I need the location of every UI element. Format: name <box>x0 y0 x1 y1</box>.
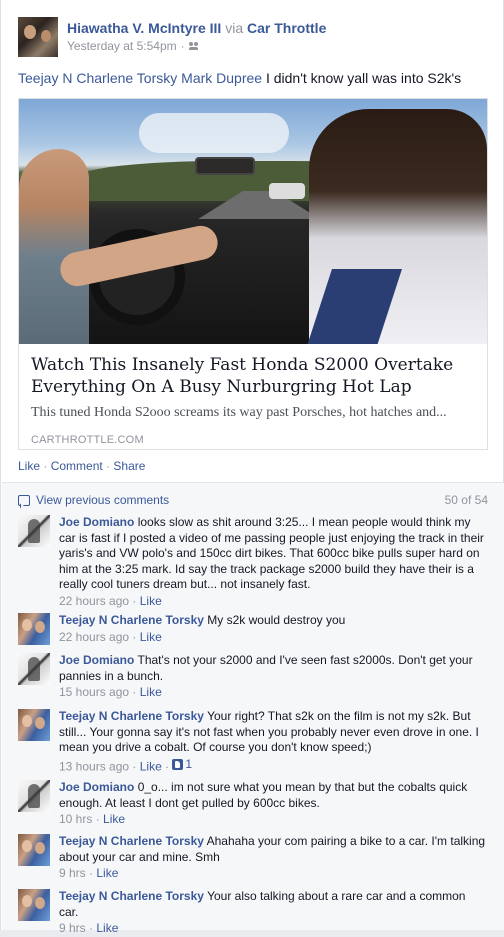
view-previous-row: View previous comments 50 of 54 <box>18 493 488 507</box>
commenter-name-link[interactable]: Teejay N Charlene Torsky <box>59 834 204 848</box>
comment-time[interactable]: 9 hrs <box>59 866 86 880</box>
link-domain: CARTHROTTLE.COM <box>31 434 144 446</box>
comment-button[interactable]: Comment <box>51 459 103 473</box>
comment-meta: 13 hours ago · Like · 1 <box>59 756 193 773</box>
comment-item: Teejay N Charlene Torsky Your also talki… <box>18 889 488 937</box>
commenter-avatar[interactable] <box>18 515 50 547</box>
commenter-avatar[interactable] <box>18 834 50 866</box>
commenter-avatar[interactable] <box>18 889 50 921</box>
link-title[interactable]: Watch This Insanely Fast Honda S2000 Ove… <box>31 354 475 398</box>
comment-body: Joe Domiano That's not your s2000 and I'… <box>59 653 488 701</box>
author-name-link[interactable]: Hiawatha V. McIntyre III <box>67 20 221 36</box>
action-separator: · <box>43 459 48 473</box>
comment-like-button[interactable]: Like <box>140 594 162 608</box>
comment-meta: 9 hrs · Like <box>59 921 119 935</box>
shared-link-card[interactable]: Watch This Insanely Fast Honda S2000 Ove… <box>18 98 488 450</box>
meta-separator: · <box>180 39 185 53</box>
comment-like-button[interactable]: Like <box>140 685 162 699</box>
comment-item: Joe Domiano 0_o... im not sure what you … <box>18 780 488 828</box>
comment-meta: 15 hours ago · Like <box>59 685 162 699</box>
comments-section: View previous comments 50 of 54 Joe Domi… <box>2 482 504 935</box>
comment-like-button[interactable]: Like <box>140 759 162 773</box>
comments-count: 50 of 54 <box>444 493 488 507</box>
comment-meta: 9 hrs · Like <box>59 866 119 880</box>
comment-meta: 22 hours ago · Like <box>59 629 162 644</box>
comment-body: Teejay N Charlene Torsky My s2k would de… <box>59 613 488 645</box>
comment-body: Joe Domiano looks slow as shit around 3:… <box>59 515 488 609</box>
comment-like-count[interactable]: 1 <box>172 757 192 773</box>
comment-item: Joe Domiano That's not your s2000 and I'… <box>18 653 488 701</box>
comment-like-button[interactable]: Like <box>96 921 118 935</box>
post-header-text: Hiawatha V. McIntyre III via Car Throttl… <box>67 17 326 57</box>
action-separator: · <box>106 459 111 473</box>
comment-item: Teejay N Charlene Torsky Your right? Tha… <box>18 709 488 774</box>
comment-body: Teejay N Charlene Torsky Your also talki… <box>59 889 488 937</box>
author-avatar[interactable] <box>18 17 58 57</box>
post-message-text: I didn't know yall was into S2k's <box>265 70 462 86</box>
like-button[interactable]: Like <box>18 459 40 473</box>
tagged-user-link[interactable]: Teejay N Charlene Torsky <box>18 70 177 86</box>
commenter-name-link[interactable]: Teejay N Charlene Torsky <box>59 889 204 903</box>
commenter-avatar[interactable] <box>18 709 50 741</box>
post-message: Teejay N Charlene Torsky Mark Dupree I d… <box>18 69 461 87</box>
commenter-name-link[interactable]: Joe Domiano <box>59 780 134 794</box>
post-meta: Yesterday at 5:54pm · <box>67 38 326 54</box>
share-button[interactable]: Share <box>113 459 145 473</box>
comment-bubble-icon <box>18 494 30 506</box>
commenter-name-link[interactable]: Teejay N Charlene Torsky <box>59 613 204 627</box>
comment-body: Teejay N Charlene Torsky Ahahaha your co… <box>59 834 488 882</box>
comment-like-button[interactable]: Like <box>140 630 162 644</box>
view-previous-comments-link[interactable]: View previous comments <box>36 493 169 507</box>
via-label: via <box>225 20 244 36</box>
feed-post-card: Hiawatha V. McIntyre III via Car Throttl… <box>0 0 504 935</box>
comment-meta: 10 hrs · Like <box>59 812 126 826</box>
comment-like-button[interactable]: Like <box>103 812 125 826</box>
comment-item: Teejay N Charlene Torsky My s2k would de… <box>18 613 488 645</box>
friends-icon[interactable] <box>188 42 199 50</box>
thumbs-up-icon <box>172 758 184 770</box>
comment-time[interactable]: 9 hrs <box>59 921 86 935</box>
comment-time[interactable]: 22 hours ago <box>59 594 129 608</box>
commenter-name-link[interactable]: Teejay N Charlene Torsky <box>59 709 204 723</box>
commenter-avatar[interactable] <box>18 780 50 812</box>
link-description: This tuned Honda S2ooo screams its way p… <box>31 405 447 420</box>
post-timestamp[interactable]: Yesterday at 5:54pm <box>67 38 177 54</box>
author-line: Hiawatha V. McIntyre III via Car Throttl… <box>67 19 326 37</box>
comment-time[interactable]: 22 hours ago <box>59 630 129 644</box>
comment-like-count-value: 1 <box>185 756 193 771</box>
commenter-name-link[interactable]: Joe Domiano <box>59 515 134 529</box>
view-previous-link-wrap[interactable]: View previous comments <box>18 493 169 507</box>
tagged-user-link[interactable]: Mark Dupree <box>181 70 262 86</box>
comment-item: Teejay N Charlene Torsky Ahahaha your co… <box>18 834 488 882</box>
link-preview-image[interactable] <box>19 99 487 344</box>
commenter-name-link[interactable]: Joe Domiano <box>59 653 134 667</box>
comment-meta: 22 hours ago · Like <box>59 593 162 608</box>
comment-time[interactable]: 10 hrs <box>59 812 92 826</box>
comment-body: Joe Domiano 0_o... im not sure what you … <box>59 780 488 828</box>
comment-time[interactable]: 13 hours ago <box>59 759 129 773</box>
post-header: Hiawatha V. McIntyre III via Car Throttl… <box>18 17 326 57</box>
commenter-avatar[interactable] <box>18 613 50 645</box>
post-actions: Like · Comment · Share <box>18 459 145 473</box>
comment-time[interactable]: 15 hours ago <box>59 685 129 699</box>
commenter-avatar[interactable] <box>18 653 50 685</box>
comment-text: My s2k would destroy you <box>207 613 346 627</box>
comment-item: Joe Domiano looks slow as shit around 3:… <box>18 515 488 609</box>
comment-like-button[interactable]: Like <box>96 866 118 880</box>
comment-body: Teejay N Charlene Torsky Your right? Tha… <box>59 709 488 774</box>
via-app-link[interactable]: Car Throttle <box>247 20 326 36</box>
link-preview-body: Watch This Insanely Fast Honda S2000 Ove… <box>19 344 487 446</box>
